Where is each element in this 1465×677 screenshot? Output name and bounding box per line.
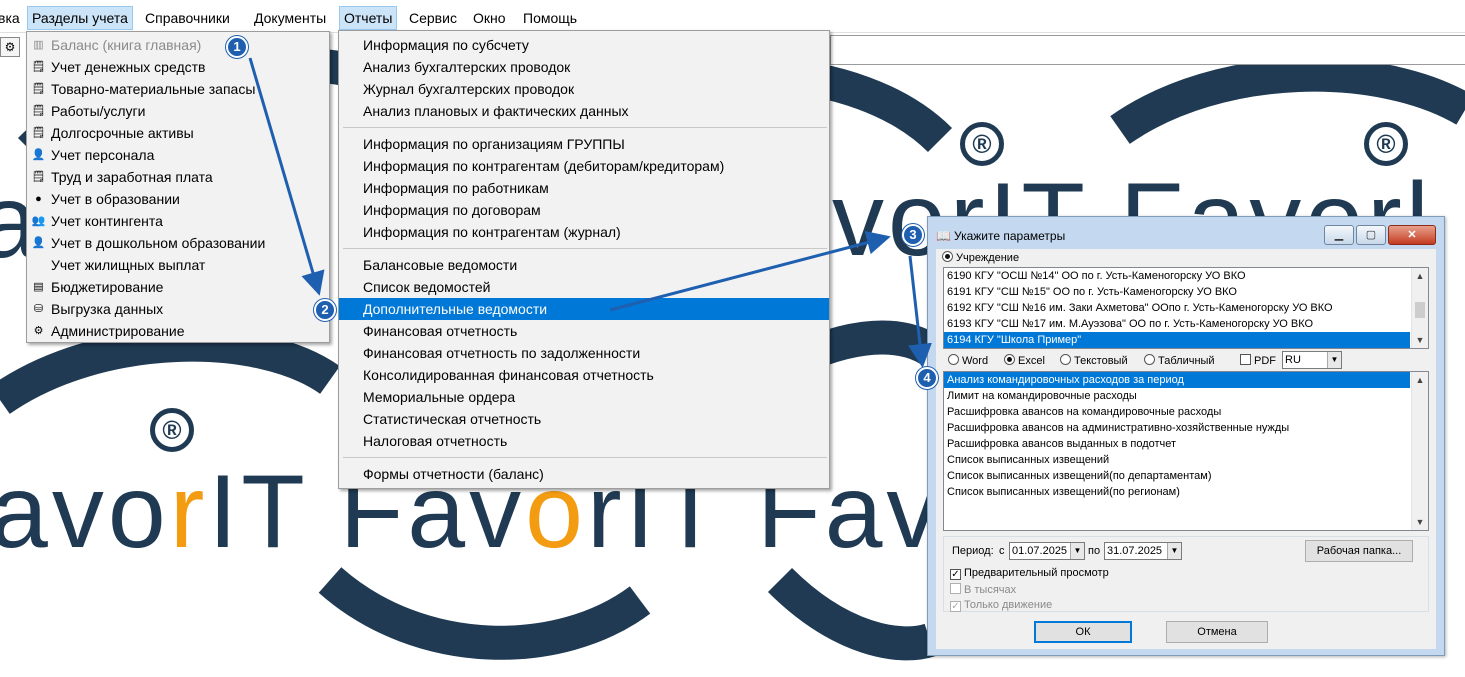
- arrow-step-3-to-4: [908, 255, 932, 368]
- arrow-step-1-to-2: [248, 57, 325, 296]
- step-badge-1: 1: [226, 36, 248, 58]
- annotation-arrows: [248, 57, 932, 368]
- arrow-step-2-to-3: [609, 230, 891, 312]
- step-badge-3: 3: [902, 224, 924, 246]
- step-badge-2: 2: [314, 299, 336, 321]
- step-badge-4: 4: [916, 367, 938, 389]
